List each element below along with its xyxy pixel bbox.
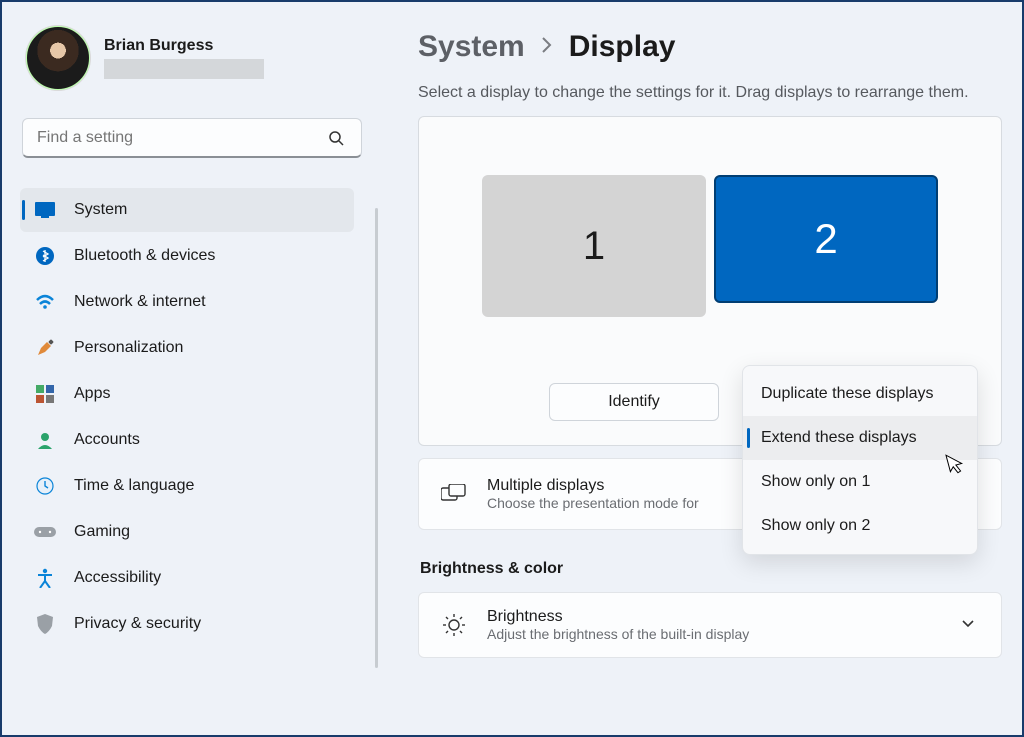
bluetooth-icon [34,245,56,267]
sidebar-item-accessibility[interactable]: Accessibility [20,556,354,600]
presentation-mode-dropdown[interactable]: Duplicate these displays Extend these di… [742,365,978,555]
sidebar-item-bluetooth[interactable]: Bluetooth & devices [20,234,354,278]
sidebar-item-label: Bluetooth & devices [74,247,215,265]
multiple-displays-text: Multiple displays Choose the presentatio… [487,477,699,511]
sidebar-item-privacy[interactable]: Privacy & security [20,602,354,646]
sidebar-item-network[interactable]: Network & internet [20,280,354,324]
breadcrumb-parent[interactable]: System [418,30,525,64]
chevron-down-icon [961,616,979,634]
shield-icon [34,613,56,635]
search-input[interactable] [37,129,325,147]
paintbrush-icon [34,337,56,359]
brightness-subtitle: Adjust the brightness of the built-in di… [487,626,749,642]
person-icon [34,429,56,451]
sidebar: Brian Burgess System Bluetooth & devices [2,2,382,735]
sidebar-item-personalization[interactable]: Personalization [20,326,354,370]
sidebar-item-label: Privacy & security [74,615,201,633]
multiple-displays-subtitle: Choose the presentation mode for [487,495,699,511]
section-brightness-title: Brightness & color [420,560,1002,578]
sidebar-item-accounts[interactable]: Accounts [20,418,354,462]
sidebar-item-label: Time & language [74,477,194,495]
breadcrumb: System Display [418,30,1002,64]
brightness-icon [441,612,467,638]
wifi-icon [34,291,56,313]
sidebar-item-label: Accounts [74,431,140,449]
sidebar-item-label: Gaming [74,523,130,541]
sidebar-item-label: Network & internet [74,293,206,311]
multiple-displays-icon [441,484,467,504]
gamepad-icon [34,521,56,543]
breadcrumb-current: Display [569,30,676,64]
identify-button[interactable]: Identify [549,383,719,421]
sidebar-item-label: Accessibility [74,569,161,587]
monitor-2[interactable]: 2 [714,175,938,303]
monitor-area[interactable]: 1 2 [437,175,983,317]
clock-globe-icon [34,475,56,497]
brightness-text: Brightness Adjust the brightness of the … [487,608,749,642]
search-box[interactable] [22,118,362,158]
dropdown-option-duplicate[interactable]: Duplicate these displays [743,372,977,416]
sidebar-item-apps[interactable]: Apps [20,372,354,416]
profile[interactable]: Brian Burgess [26,26,364,90]
help-text: Select a display to change the settings … [418,82,998,104]
display-icon [34,199,56,221]
monitor-1[interactable]: 1 [482,175,706,317]
accessibility-icon [34,567,56,589]
sidebar-item-label: Personalization [74,339,183,357]
profile-email-redacted [104,59,264,79]
sidebar-item-gaming[interactable]: Gaming [20,510,354,554]
sidebar-item-system[interactable]: System [20,188,354,232]
brightness-title: Brightness [487,608,749,626]
sidebar-item-label: Apps [74,385,110,403]
sidebar-item-time[interactable]: Time & language [20,464,354,508]
sidebar-scrollbar[interactable] [375,208,378,668]
chevron-right-icon [541,36,553,59]
search-icon [325,127,347,149]
sidebar-item-label: System [74,201,127,219]
profile-name: Brian Burgess [104,37,264,55]
dropdown-option-extend[interactable]: Extend these displays [743,416,977,460]
dropdown-option-show2[interactable]: Show only on 2 [743,504,977,548]
brightness-card[interactable]: Brightness Adjust the brightness of the … [418,592,1002,658]
multiple-displays-title: Multiple displays [487,477,699,495]
nav-list: System Bluetooth & devices Network & int… [20,188,364,646]
avatar [26,26,90,90]
dropdown-option-show1[interactable]: Show only on 1 [743,460,977,504]
apps-icon [34,383,56,405]
profile-text: Brian Burgess [104,37,264,79]
